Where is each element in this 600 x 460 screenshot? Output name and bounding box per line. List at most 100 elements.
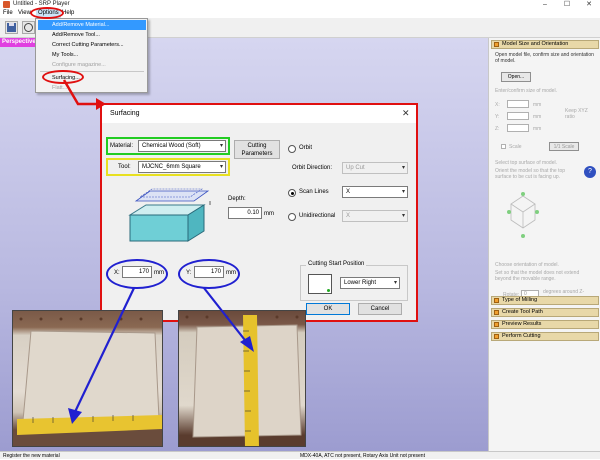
dialog-title-bar: Surfacing ✕ bbox=[102, 105, 416, 123]
orbit-direction-label: Orbit Direction: bbox=[292, 165, 333, 171]
blue-arrow-x-icon bbox=[68, 287, 135, 424]
chevron-down-icon: ▾ bbox=[401, 213, 405, 219]
section-perform-cutting[interactable]: Perform Cutting bbox=[491, 332, 599, 341]
x-unit: mm bbox=[154, 270, 164, 276]
close-icon[interactable]: ✕ bbox=[578, 0, 600, 9]
section-preview-results[interactable]: Preview Results bbox=[491, 320, 599, 329]
menu-file[interactable]: File bbox=[1, 9, 15, 18]
x-label: X: bbox=[114, 270, 120, 276]
scale-label: Scale bbox=[509, 144, 522, 150]
material-select[interactable]: Chemical Wood (Soft) ▾ bbox=[138, 140, 226, 152]
unidirectional-radio[interactable] bbox=[288, 213, 296, 221]
chevron-down-icon: ▾ bbox=[219, 143, 223, 149]
red-arrow-icon bbox=[62, 79, 106, 110]
save-icon[interactable] bbox=[5, 21, 18, 34]
dialog-close-icon[interactable]: ✕ bbox=[402, 108, 410, 119]
right-panel: Model Size and Orientation Open model fi… bbox=[488, 38, 600, 451]
x-input[interactable]: 170 bbox=[122, 266, 152, 278]
depth-unit: mm bbox=[264, 211, 274, 217]
section-icon bbox=[494, 322, 499, 327]
section-type-of-milling[interactable]: Type of Milling bbox=[491, 296, 599, 305]
chevron-down-icon: ▾ bbox=[401, 165, 405, 171]
select-face-text: Select top surface of model. bbox=[495, 160, 557, 166]
workpiece-illustration bbox=[128, 188, 211, 242]
x-size-unit: mm bbox=[533, 102, 542, 108]
material-label: Material: bbox=[110, 143, 134, 149]
x-size-input[interactable] bbox=[507, 100, 529, 108]
ok-button[interactable]: OK bbox=[306, 303, 350, 315]
section-title: Type of Milling bbox=[502, 297, 538, 303]
unidirectional-value: X bbox=[346, 213, 351, 219]
chevron-down-icon: ▾ bbox=[393, 280, 397, 286]
options-highlight bbox=[30, 7, 64, 19]
cancel-button[interactable]: Cancel bbox=[358, 303, 402, 315]
unidirectional-label: Unidirectional bbox=[299, 213, 336, 219]
minimize-icon[interactable]: – bbox=[534, 0, 556, 9]
viewport-tab[interactable]: Perspective bbox=[0, 38, 36, 47]
view-icon[interactable] bbox=[22, 21, 35, 34]
help-icon[interactable]: ? bbox=[584, 166, 596, 178]
orbit-direction-value: Up Cut bbox=[346, 165, 365, 171]
tool-value: MJCNC_6mm Square bbox=[142, 164, 201, 170]
menu-item-configure-magazine: Configure magazine... bbox=[52, 62, 106, 68]
section-icon bbox=[494, 298, 499, 303]
chevron-down-icon: ▾ bbox=[219, 164, 223, 170]
orbit-radio[interactable] bbox=[288, 145, 296, 153]
section-create-tool-path[interactable]: Create Tool Path bbox=[491, 308, 599, 317]
menu-item-add-remove-material[interactable]: Add/Remove Material... bbox=[38, 20, 146, 30]
cutting-parameters-button[interactable]: Cutting Parameters bbox=[234, 140, 280, 159]
cutting-start-select[interactable]: Lower Right ▾ bbox=[340, 277, 400, 289]
depth-label: Depth: bbox=[228, 196, 246, 202]
scan-lines-radio[interactable] bbox=[288, 189, 296, 197]
x-size-label: X: bbox=[495, 102, 500, 108]
orbit-label: Orbit bbox=[299, 145, 313, 151]
menu-item-correct-cutting[interactable]: Correct Cutting Parameters... bbox=[38, 40, 146, 50]
z-size-input[interactable] bbox=[507, 124, 529, 132]
scan-lines-value: X bbox=[346, 189, 351, 195]
blue-arrow-y-icon bbox=[203, 287, 254, 352]
open-instructions: Open model file, confirm size and orient… bbox=[495, 52, 594, 64]
section-title: Model Size and Orientation bbox=[502, 41, 569, 47]
section-model-size[interactable]: Model Size and Orientation bbox=[491, 40, 599, 49]
one-to-one-scale-button[interactable]: 1/1 Scale bbox=[549, 142, 579, 151]
menu-bar: File View Options Help bbox=[0, 9, 600, 18]
orbit-direction-select[interactable]: Up Cut ▾ bbox=[342, 162, 408, 174]
z-size-label: Z: bbox=[495, 126, 500, 132]
keep-ratio-label[interactable]: Keep XYZ ratio bbox=[565, 108, 595, 120]
title-bar: Untitled - SRP Player – ☐ ✕ bbox=[0, 0, 600, 9]
orientation-cube-icon[interactable] bbox=[503, 190, 543, 242]
orient-text: Orient the model so that the top surface… bbox=[495, 168, 566, 180]
section-icon bbox=[494, 334, 499, 339]
y-size-unit: mm bbox=[533, 114, 542, 120]
maximize-icon[interactable]: ☐ bbox=[556, 0, 578, 9]
choose-orientation-text: Choose orientation of model. bbox=[495, 262, 559, 268]
y-size-input[interactable] bbox=[507, 112, 529, 120]
unidirectional-select[interactable]: X ▾ bbox=[342, 210, 408, 222]
status-bar: Register the new material MDX-40A, ATC n… bbox=[0, 451, 600, 459]
material-value: Chemical Wood (Soft) bbox=[142, 143, 201, 149]
size-instructions: Enter/confirm size of model. bbox=[495, 88, 557, 94]
scale-checkbox[interactable] bbox=[501, 144, 506, 149]
y-input[interactable]: 170 bbox=[194, 266, 224, 278]
movable-range-text: Set so that the model does not extend be… bbox=[495, 270, 580, 282]
section-icon bbox=[494, 42, 499, 47]
y-unit: mm bbox=[226, 270, 236, 276]
open-button[interactable]: Open... bbox=[501, 72, 531, 82]
app-icon bbox=[3, 1, 10, 8]
section-title: Preview Results bbox=[502, 321, 542, 327]
scan-lines-select[interactable]: X ▾ bbox=[342, 186, 408, 198]
cutting-start-label: Cutting Start Position bbox=[306, 261, 367, 267]
depth-input[interactable]: 0.10 bbox=[228, 207, 262, 219]
tool-select[interactable]: MJCNC_6mm Square ▾ bbox=[138, 161, 226, 173]
menu-item-add-remove-tool[interactable]: Add/Remove Tool... bbox=[38, 30, 146, 40]
section-title: Create Tool Path bbox=[502, 309, 543, 315]
dialog-title: Surfacing bbox=[110, 110, 140, 117]
scan-lines-label: Scan Lines bbox=[299, 189, 329, 195]
tool-label: Tool: bbox=[118, 164, 131, 170]
start-position-preview bbox=[308, 274, 332, 294]
menu-item-my-tools[interactable]: My Tools... bbox=[38, 50, 146, 60]
window-title: Untitled - SRP Player bbox=[13, 1, 70, 7]
y-label: Y: bbox=[186, 270, 192, 276]
section-title: Perform Cutting bbox=[502, 333, 541, 339]
start-point-icon bbox=[327, 289, 330, 292]
